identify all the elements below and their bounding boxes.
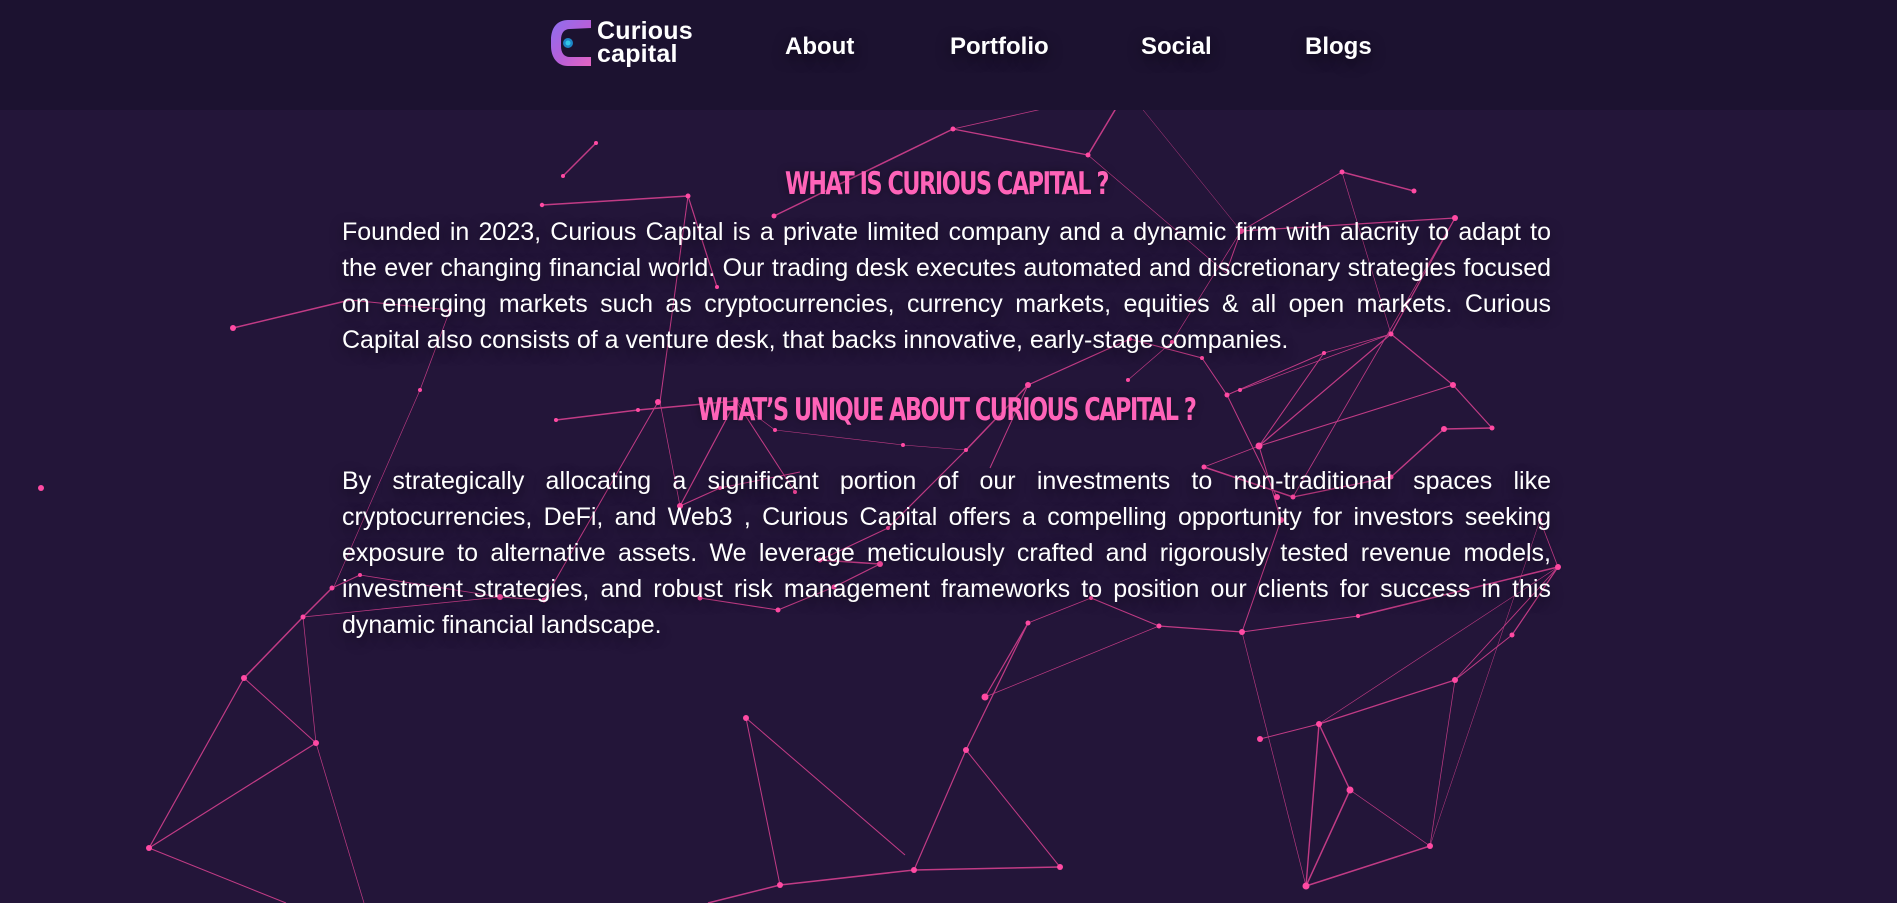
logo-wordmark: Curious capital [597, 19, 693, 68]
top-navigation-bar: Curious capital About Portfolio Social B… [0, 0, 1897, 110]
nav-social-link[interactable]: Social [1141, 32, 1212, 62]
nav-about-link[interactable]: About [785, 32, 854, 62]
unique-section: WHAT’S UNIQUE ABOUT CURIOUS CAPITAL ? By… [342, 392, 1551, 643]
about-content: WHAT IS CURIOUS CAPITAL ? Founded in 202… [342, 166, 1551, 643]
unique-heading: WHAT’S UNIQUE ABOUT CURIOUS CAPITAL ? [697, 392, 1197, 428]
what-is-heading: WHAT IS CURIOUS CAPITAL ? [785, 166, 1109, 202]
nav-portfolio-link[interactable]: Portfolio [950, 32, 1049, 62]
what-is-section: WHAT IS CURIOUS CAPITAL ? Founded in 202… [342, 166, 1551, 358]
unique-paragraph: By strategically allocating a significan… [342, 467, 1551, 639]
landing-page: Curious capital About Portfolio Social B… [0, 0, 1897, 903]
curious-capital-logo[interactable]: Curious capital [550, 15, 693, 71]
curious-capital-logo-icon [551, 20, 591, 66]
nav-blogs-link[interactable]: Blogs [1305, 32, 1372, 62]
what-is-paragraph: Founded in 2023, Curious Capital is a pr… [342, 218, 1551, 354]
logo-text-line-2: capital [597, 40, 678, 68]
